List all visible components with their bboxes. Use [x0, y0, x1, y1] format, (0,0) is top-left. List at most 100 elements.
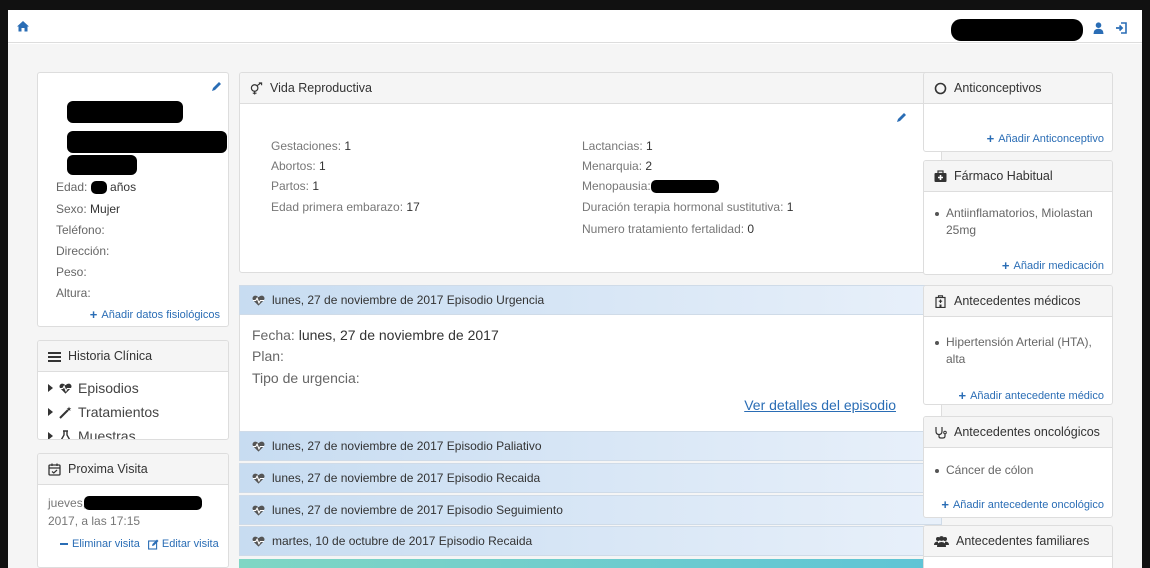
kv-label: Menopausia: [582, 179, 651, 193]
tree-item-muestras[interactable]: Muestras [38, 424, 228, 439]
fecha-label: Fecha: [252, 327, 295, 343]
proxima-header: Proxima Visita [38, 454, 228, 485]
caret-right-icon [48, 432, 53, 439]
vida-left-1: Abortos: 1 [271, 159, 326, 173]
proxima-date-suffix: 2017, a las 17:15 [48, 514, 141, 528]
edad-label: Edad: [56, 180, 88, 194]
episode-header-next[interactable] [239, 559, 942, 568]
sexo-row: Sexo: Mujer [56, 202, 120, 216]
add-medicacion-text: Añadir medicación [1013, 259, 1105, 272]
eliminar-visita-text: Eliminar visita [72, 538, 140, 550]
sign-out-icon[interactable] [1115, 22, 1127, 34]
historia-clinica-panel: Historia Clínica Episodios Tratamientos [37, 340, 229, 440]
tree-label-tratamientos: Tratamientos [78, 404, 160, 420]
episode-title: lunes, 27 de noviembre de 2017 Episodio … [272, 503, 563, 517]
top-navbar [8, 10, 1142, 43]
redacted-name-line-1 [67, 101, 183, 123]
tree-item-episodios[interactable]: Episodios [38, 376, 228, 400]
episode-title: lunes, 27 de noviembre de 2017 Episodio … [272, 293, 545, 307]
kv-value: 1 [312, 179, 320, 193]
kv-label: Abortos: [271, 159, 316, 173]
peso-label: Peso: [56, 265, 87, 279]
familiares-header: Antecedentes familiares [924, 526, 1112, 557]
editar-visita-link[interactable]: Editar visita [147, 538, 219, 550]
redacted-visit-date [84, 496, 202, 510]
kv-label: Duración terapia hormonal sustitutiva: [582, 200, 784, 214]
kv-label: Lactancias: [582, 139, 643, 153]
edad-unit: años [110, 180, 137, 194]
plus-icon: + [89, 307, 98, 322]
anticonceptivos-panel: Anticonceptivos + Añadir Anticonceptivo [923, 72, 1113, 152]
episode-header-recaida-octubre[interactable]: martes, 10 de octubre de 2017 Episodio R… [239, 526, 942, 556]
list-icon [48, 351, 61, 362]
telefono-label: Teléfono: [56, 223, 105, 237]
kv-value: 1 [786, 200, 794, 214]
sexo-label: Sexo: [56, 202, 87, 216]
kv-value: 1 [646, 139, 653, 153]
sexo-value: Mujer [90, 202, 121, 216]
episode-header-urgencia[interactable]: lunes, 27 de noviembre de 2017 Episodio … [239, 285, 942, 315]
redacted-name-line-3 [67, 155, 137, 175]
user-icon[interactable] [1093, 22, 1104, 34]
medicos-header: Antecedentes médicos [924, 286, 1112, 317]
farmaco-habitual-panel: Fármaco Habitual Antiinflamatorios, Miol… [923, 160, 1113, 275]
proxima-visita-panel: Proxima Visita jueves, 2017, a las 17:15… [37, 453, 229, 568]
kv-value: 2 [645, 159, 653, 173]
farmaco-item: Antiinflamatorios, Miolastan 25mg [924, 205, 1112, 239]
heartbeat-icon [252, 536, 265, 547]
proxima-date-prefix: jueves, [48, 496, 87, 510]
vida-title: Vida Reproductiva [270, 81, 372, 95]
medicos-item: Hipertensión Arterial (HTA), alta [924, 334, 1112, 368]
tipo-urgencia-label: Tipo de urgencia: [252, 370, 360, 386]
antecedentes-familiares-panel: Antecedentes familiares [923, 525, 1113, 568]
oncologicos-item: Cáncer de cólon [924, 462, 1112, 479]
fecha-row: Fecha: lunes, 27 de noviembre de 2017 [252, 327, 499, 343]
kv-value: 1 [344, 139, 352, 153]
oncologicos-title: Antecedentes oncológicos [954, 425, 1100, 439]
ver-detalles-link[interactable]: Ver detalles del episodio [744, 397, 896, 413]
redacted-username [951, 19, 1083, 41]
edit-vida-pencil-icon[interactable] [896, 112, 907, 123]
redacted-menopausia [650, 180, 719, 194]
medicos-title: Antecedentes médicos [954, 294, 1081, 308]
plus-icon: + [1001, 258, 1010, 273]
add-antecedente-medico-text: Añadir antecedente médico [970, 389, 1104, 402]
episode-header-recaida[interactable]: lunes, 27 de noviembre de 2017 Episodio … [239, 463, 942, 493]
add-antecedente-oncologico-text: Añadir antecedente oncológico [952, 498, 1104, 511]
tree-item-tratamientos[interactable]: Tratamientos [38, 400, 228, 424]
kv-label: Partos: [271, 179, 310, 193]
calendar-check-icon [48, 463, 61, 476]
stethoscope-icon [935, 426, 947, 439]
venus-mars-icon [250, 81, 263, 95]
plan-label: Plan: [252, 348, 284, 364]
circle-icon [934, 82, 947, 94]
add-anticonceptivo-link[interactable]: + Añadir Anticonceptivo [987, 131, 1104, 146]
antecedentes-medicos-panel: Antecedentes médicos Hipertensión Arteri… [923, 285, 1113, 405]
edit-profile-pencil-icon[interactable] [211, 81, 222, 92]
historia-header: Historia Clínica [38, 341, 228, 372]
home-icon[interactable] [16, 20, 30, 32]
anticonceptivos-title: Anticonceptivos [954, 81, 1042, 95]
episode-header-seguimiento[interactable]: lunes, 27 de noviembre de 2017 Episodio … [239, 495, 942, 525]
add-antecedente-medico-link[interactable]: + Añadir antecedente médico [958, 388, 1104, 403]
direccion-label: Dirección: [56, 244, 110, 258]
caret-right-icon [48, 384, 53, 392]
vida-reproductiva-panel: Vida Reproductiva Gestaciones: 1 Abortos… [239, 72, 942, 273]
farmaco-title: Fármaco Habitual [954, 169, 1053, 183]
heartbeat-icon [252, 473, 265, 484]
kv-value: 1 [319, 159, 326, 173]
episode-header-paliativo[interactable]: lunes, 27 de noviembre de 2017 Episodio … [239, 431, 942, 461]
add-antecedente-oncologico-link[interactable]: + Añadir antecedente oncológico [941, 497, 1104, 512]
heartbeat-icon [252, 441, 265, 452]
add-fisio-link[interactable]: + Añadir datos fisiológicos [90, 307, 220, 322]
vida-left-3: Edad primera embarazo: 17 [271, 200, 420, 214]
plus-icon: + [986, 131, 995, 146]
altura-label: Altura: [56, 286, 91, 300]
vida-right-2: Menopausia: [582, 179, 719, 194]
episode-body-urgencia: Fecha: lunes, 27 de noviembre de 2017 Pl… [239, 315, 942, 431]
heartbeat-icon [252, 505, 265, 516]
editar-visita-text: Editar visita [161, 538, 219, 550]
eliminar-visita-link[interactable]: Eliminar visita [60, 538, 140, 550]
vida-right-0: Lactancias: 1 [582, 139, 653, 153]
add-medicacion-link[interactable]: + Añadir medicación [1002, 258, 1104, 273]
